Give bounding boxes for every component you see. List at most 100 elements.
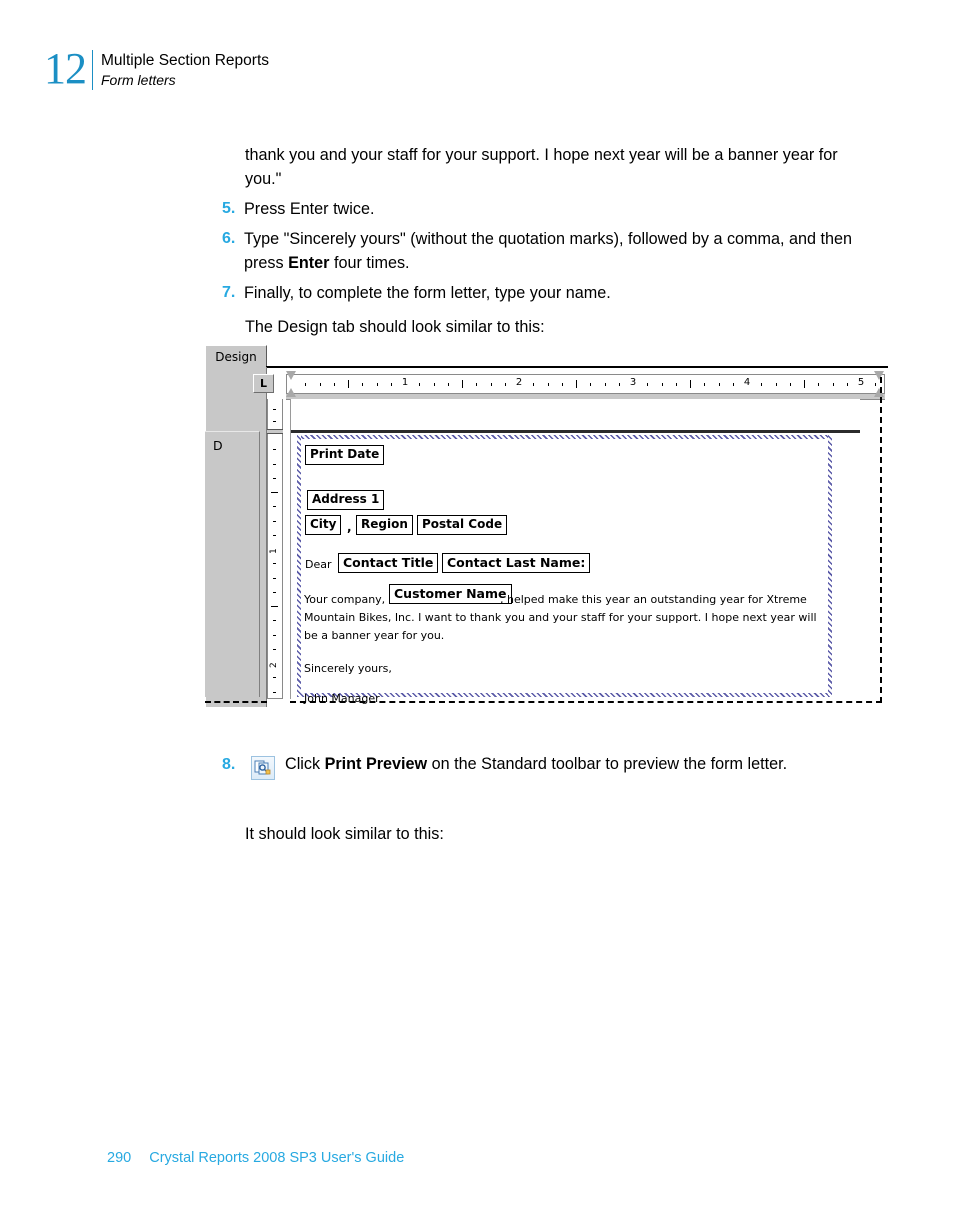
ruler-tick (476, 383, 478, 386)
margin-marker-bottom-triangle-icon (874, 388, 884, 397)
ruler-tick (761, 383, 763, 386)
letter-line-1-before: Your company, (304, 593, 386, 606)
vertical-ruler-tick (271, 492, 278, 493)
ruler-tick (647, 383, 649, 386)
ruler-tick (661, 383, 663, 386)
vertical-ruler-tick (273, 463, 276, 465)
field-print-date[interactable]: Print Date (305, 445, 385, 465)
vertical-ruler-number-label: 2 (269, 662, 279, 668)
ruler-number-label: 1 (401, 377, 409, 388)
city-region-comma: , (347, 520, 352, 534)
step-6-text-after: four times. (329, 254, 410, 272)
ruler-tick (732, 383, 734, 386)
vertical-ruler-tick (271, 606, 278, 607)
step-8-bold-print-preview: Print Preview (324, 755, 428, 773)
tab-bar-line (266, 366, 888, 368)
page-boundary-bottom (290, 701, 882, 703)
ruler-tick (462, 380, 463, 388)
step-8-number: 8. (222, 756, 236, 773)
step-8-text: Click Print Preview on the Standard tool… (245, 752, 845, 776)
ruler-tick (832, 383, 834, 386)
left-margin-marker[interactable] (286, 371, 297, 397)
step-7: 7. Finally, to complete the form letter,… (222, 281, 865, 305)
vertical-ruler-tick (273, 563, 276, 565)
ruler-number-label: 2 (515, 377, 523, 388)
footer-guide-title: Crystal Reports 2008 SP3 User's Guide (149, 1150, 405, 1166)
letter-signature: John Manager (304, 692, 380, 705)
margin-marker-bottom-triangle-icon (286, 388, 296, 397)
step-5-number: 5. (222, 200, 236, 217)
ruler-tick (775, 383, 777, 386)
vertical-ruler-tick (273, 534, 276, 536)
footer-page-number: 290 (107, 1150, 132, 1166)
letter-line-1-after: , helped make this year an outstanding y… (500, 593, 807, 606)
ruler-number-label: 5 (857, 377, 865, 388)
margin-marker-top-triangle-icon (286, 371, 296, 380)
ruler-tick (319, 383, 321, 386)
preview-note: It should look similar to this: (245, 825, 444, 843)
vertical-ruler-tick (273, 421, 276, 422)
field-city[interactable]: City (305, 515, 342, 535)
field-contact-last-name[interactable]: Contact Last Name: (442, 553, 591, 573)
page-footer: 290 Crystal Reports 2008 SP3 User's Guid… (107, 1150, 404, 1166)
letter-closing: Sincerely yours, (304, 662, 392, 675)
field-contact-title[interactable]: Contact Title (338, 553, 439, 573)
chapter-divider (92, 50, 93, 90)
design-tab-note: The Design tab should look similar to th… (245, 318, 545, 336)
step-5: 5. Press Enter twice. (222, 197, 865, 221)
letter-line-3: be a banner year for you. (304, 629, 445, 642)
vertical-ruler-tick (273, 591, 276, 593)
field-address1[interactable]: Address 1 (307, 490, 385, 510)
vertical-ruler-tick (273, 520, 276, 522)
step-6-bold-enter: Enter (288, 254, 330, 272)
ruler-tick (675, 383, 677, 386)
ruler-tick (419, 383, 421, 386)
ruler-tick (561, 383, 563, 386)
selection-hatch-right (828, 435, 832, 697)
field-postal-code[interactable]: Postal Code (417, 515, 508, 535)
step-7-number: 7. (222, 284, 236, 301)
step-7-text: Finally, to complete the form letter, ty… (244, 284, 611, 302)
ruler-tick (590, 383, 592, 386)
ruler-tick (576, 380, 577, 388)
horizontal-ruler[interactable]: 1 2 3 4 5 (286, 374, 885, 394)
step-6: 6. Type "Sincerely yours" (without the q… (222, 227, 865, 275)
chapter-number: 12 (44, 44, 87, 93)
vertical-ruler-tick (273, 691, 276, 693)
ruler-tick (618, 383, 620, 386)
tab-stop-button[interactable]: L (253, 374, 274, 393)
field-region[interactable]: Region (356, 515, 413, 535)
vertical-ruler-number-label: 1 (269, 548, 279, 554)
chapter-title-group: Multiple Section Reports Form letters (101, 46, 269, 90)
vertical-ruler[interactable]: 12 (267, 399, 283, 699)
letter-line-2: Mountain Bikes, Inc. I want to thank you… (304, 611, 817, 624)
vertical-ruler-tick (273, 648, 276, 650)
vertical-ruler-tick (273, 634, 276, 636)
field-customer-name[interactable]: Customer Name (389, 584, 512, 604)
report-canvas[interactable]: Print Date Address 1 City , Region Posta… (290, 399, 860, 705)
band-divider (291, 430, 860, 433)
tab-design[interactable]: Design (205, 345, 267, 368)
crystal-reports-design-figure: Design D L 12345 12 Print Date Address 1… (198, 345, 888, 717)
section-label-detail[interactable]: D (205, 431, 260, 697)
ruler-tick (305, 383, 307, 386)
vertical-ruler-tick (273, 409, 276, 410)
vertical-ruler-tick (273, 677, 276, 679)
step-6-text: Type "Sincerely yours" (without the quot… (244, 227, 865, 275)
ruler-tick (490, 383, 492, 386)
ruler-tick (846, 383, 848, 386)
ruler-tick (690, 380, 691, 388)
margin-marker-top-triangle-icon (874, 371, 884, 380)
vertical-ruler-tick (273, 477, 276, 479)
ruler-tick (804, 380, 805, 388)
vertical-ruler-tick (273, 506, 276, 508)
ruler-tick (333, 383, 335, 386)
ruler-tick (376, 383, 378, 386)
chapter-subtitle: Form letters (101, 72, 176, 88)
ruler-number-label: 3 (629, 377, 637, 388)
continued-paragraph: thank you and your staff for your suppor… (245, 146, 838, 188)
ruler-tick (433, 383, 435, 386)
ruler-tick (447, 383, 449, 386)
ruler-tick (604, 383, 606, 386)
step-5-text: Press Enter twice. (244, 200, 375, 218)
